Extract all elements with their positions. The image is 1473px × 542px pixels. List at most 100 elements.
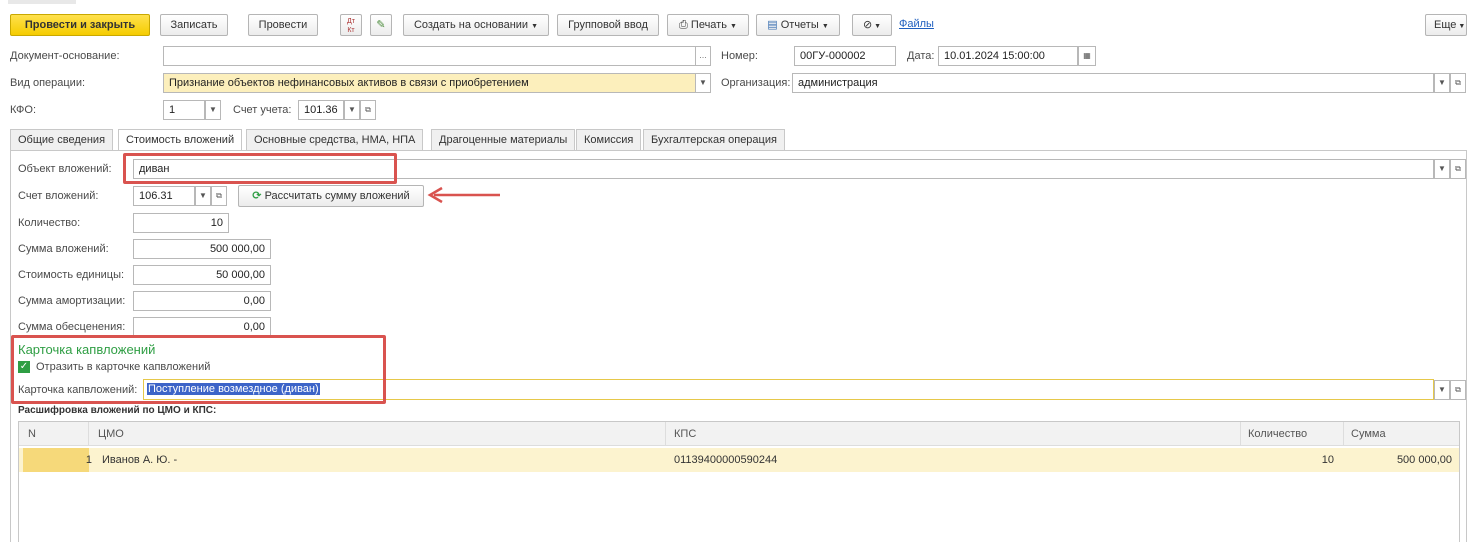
tab-general[interactable]: Общие сведения <box>10 129 114 150</box>
group-input-button[interactable]: Групповой ввод <box>557 14 659 36</box>
chevron-down-icon: ▼ <box>1438 78 1446 87</box>
column-header-cmo[interactable]: ЦМО <box>98 424 124 444</box>
open-icon: ⧉ <box>216 191 222 200</box>
account-dropdown[interactable]: ▼ <box>344 100 360 120</box>
org-open-button[interactable]: ⧉ <box>1450 73 1466 93</box>
operation-label: Вид операции: <box>10 77 86 89</box>
open-icon: ⧉ <box>1455 385 1461 394</box>
amort-field[interactable]: 0,00 <box>133 291 271 311</box>
sum-field[interactable]: 500 000,00 <box>133 239 271 259</box>
open-icon: ⧉ <box>365 105 371 114</box>
save-button[interactable]: Записать <box>160 14 228 36</box>
reports-button[interactable]: ▤ Отчеты ▼ <box>756 14 840 36</box>
chevron-down-icon: ▼ <box>699 78 707 87</box>
col-divider <box>665 422 666 446</box>
card-dropdown[interactable]: ▼ <box>1434 380 1450 400</box>
impair-label: Сумма обесценения: <box>18 321 126 333</box>
org-dropdown[interactable]: ▼ <box>1434 73 1450 93</box>
chevron-down-icon: ▼ <box>872 23 882 30</box>
open-icon: ⧉ <box>1455 164 1461 173</box>
qty-label: Количество: <box>18 217 81 229</box>
invest-account-open-button[interactable]: ⧉ <box>211 186 227 206</box>
attach-button[interactable]: ⊘ ▼ <box>852 14 892 36</box>
kfo-label: КФО: <box>10 104 37 116</box>
chevron-down-icon: ▼ <box>1456 23 1466 30</box>
more-label: Еще <box>1434 19 1457 31</box>
print-label: Печать <box>690 19 727 31</box>
edit-button[interactable]: ✎ <box>370 14 392 36</box>
more-button[interactable]: Еще ▼ <box>1425 14 1467 36</box>
object-label: Объект вложений: <box>18 163 112 175</box>
post-and-close-button[interactable]: Провести и закрыть <box>10 14 150 36</box>
kfo-field[interactable]: 1 <box>163 100 205 120</box>
account-open-button[interactable]: ⧉ <box>360 100 376 120</box>
invest-account-field[interactable]: 106.31 <box>133 186 195 206</box>
date-field[interactable]: 10.01.2024 15:00:00 <box>938 46 1078 66</box>
top-tab-stub <box>8 0 76 4</box>
row-cmo-cell: Иванов А. Ю. - <box>102 454 178 466</box>
tab-commission[interactable]: Комиссия <box>576 129 642 150</box>
column-header-kps[interactable]: КПС <box>674 424 696 444</box>
post-button[interactable]: Провести <box>248 14 318 36</box>
number-label: Номер: <box>721 50 758 62</box>
column-header-n[interactable]: N <box>28 424 36 444</box>
unit-cost-field[interactable]: 50 000,00 <box>133 265 271 285</box>
qty-field[interactable]: 10 <box>133 213 229 233</box>
calculate-sum-button[interactable]: ⟳ Рассчитать сумму вложений <box>238 185 424 207</box>
chevron-down-icon: ▼ <box>1438 164 1446 173</box>
annotation-arrow <box>427 186 500 204</box>
files-link[interactable]: Файлы <box>899 18 934 30</box>
column-header-sum[interactable]: Сумма <box>1351 424 1386 444</box>
calendar-icon: ▦ <box>1083 51 1091 60</box>
date-label: Дата: <box>907 50 935 62</box>
impair-field[interactable]: 0,00 <box>133 317 271 337</box>
account-field[interactable]: 101.36 <box>298 100 344 120</box>
paperclip-icon: ⊘ <box>862 19 873 31</box>
object-open-button[interactable]: ⧉ <box>1450 159 1466 179</box>
create-based-label: Создать на основании <box>413 19 529 31</box>
kfo-dropdown[interactable]: ▼ <box>205 100 221 120</box>
chevron-down-icon: ▼ <box>821 23 829 30</box>
calendar-button[interactable]: ▦ <box>1078 46 1096 66</box>
chevron-down-icon: ▼ <box>1438 385 1446 394</box>
row-kps-cell: 01139400000590244 <box>674 454 778 466</box>
tab-investment-cost[interactable]: Стоимость вложений <box>118 129 243 151</box>
number-field[interactable]: 00ГУ-000002 <box>794 46 896 66</box>
org-field[interactable]: администрация <box>792 73 1434 93</box>
tab-fixed-assets[interactable]: Основные средства, НМА, НПА <box>246 129 424 150</box>
object-dropdown[interactable]: ▼ <box>1434 159 1450 179</box>
chevron-down-icon: ▼ <box>209 105 217 114</box>
open-icon: ⧉ <box>1455 78 1461 87</box>
invest-account-dropdown[interactable]: ▼ <box>195 186 211 206</box>
card-open-button[interactable]: ⧉ <box>1450 380 1466 400</box>
highlight-object-box <box>123 153 397 184</box>
col-divider <box>88 422 89 446</box>
col-divider <box>1240 422 1241 446</box>
base-doc-label: Документ-основание: <box>10 50 120 62</box>
sum-label: Сумма вложений: <box>18 243 109 255</box>
create-based-on-button[interactable]: Создать на основании ▼ <box>403 14 549 36</box>
report-icon: ▤ <box>767 19 778 31</box>
calculate-sum-label: Рассчитать сумму вложений <box>264 190 410 202</box>
ellipsis-button[interactable]: … <box>695 46 711 66</box>
operation-dropdown[interactable]: ▼ <box>695 73 711 93</box>
account-label: Счет учета: <box>233 104 292 116</box>
column-header-qty[interactable]: Количество <box>1248 424 1307 444</box>
pencil-icon: ✎ <box>376 19 386 31</box>
printer-icon: ⎙ <box>679 19 688 31</box>
chevron-down-icon: ▼ <box>531 23 539 30</box>
print-button[interactable]: ⎙ Печать ▼ <box>667 14 749 36</box>
org-label: Организация: <box>721 77 791 89</box>
operation-select[interactable]: Признание объектов нефинансовых активов … <box>163 73 696 93</box>
refresh-icon: ⟳ <box>252 190 262 202</box>
chevron-down-icon: ▼ <box>348 105 356 114</box>
reports-label: Отчеты <box>780 19 819 31</box>
dt-kt-button[interactable]: Дт Кт <box>340 14 362 36</box>
row-n-cell: 1 <box>85 454 92 466</box>
chevron-down-icon: ▼ <box>199 191 207 200</box>
table-title: Расшифровка вложений по ЦМО и КПС: <box>18 405 217 416</box>
tab-precious-materials[interactable]: Драгоценные материалы <box>431 129 576 150</box>
tab-accounting-operation[interactable]: Бухгалтерская операция <box>643 129 785 150</box>
table-header-row <box>19 422 1459 446</box>
base-doc-field[interactable] <box>163 46 696 66</box>
